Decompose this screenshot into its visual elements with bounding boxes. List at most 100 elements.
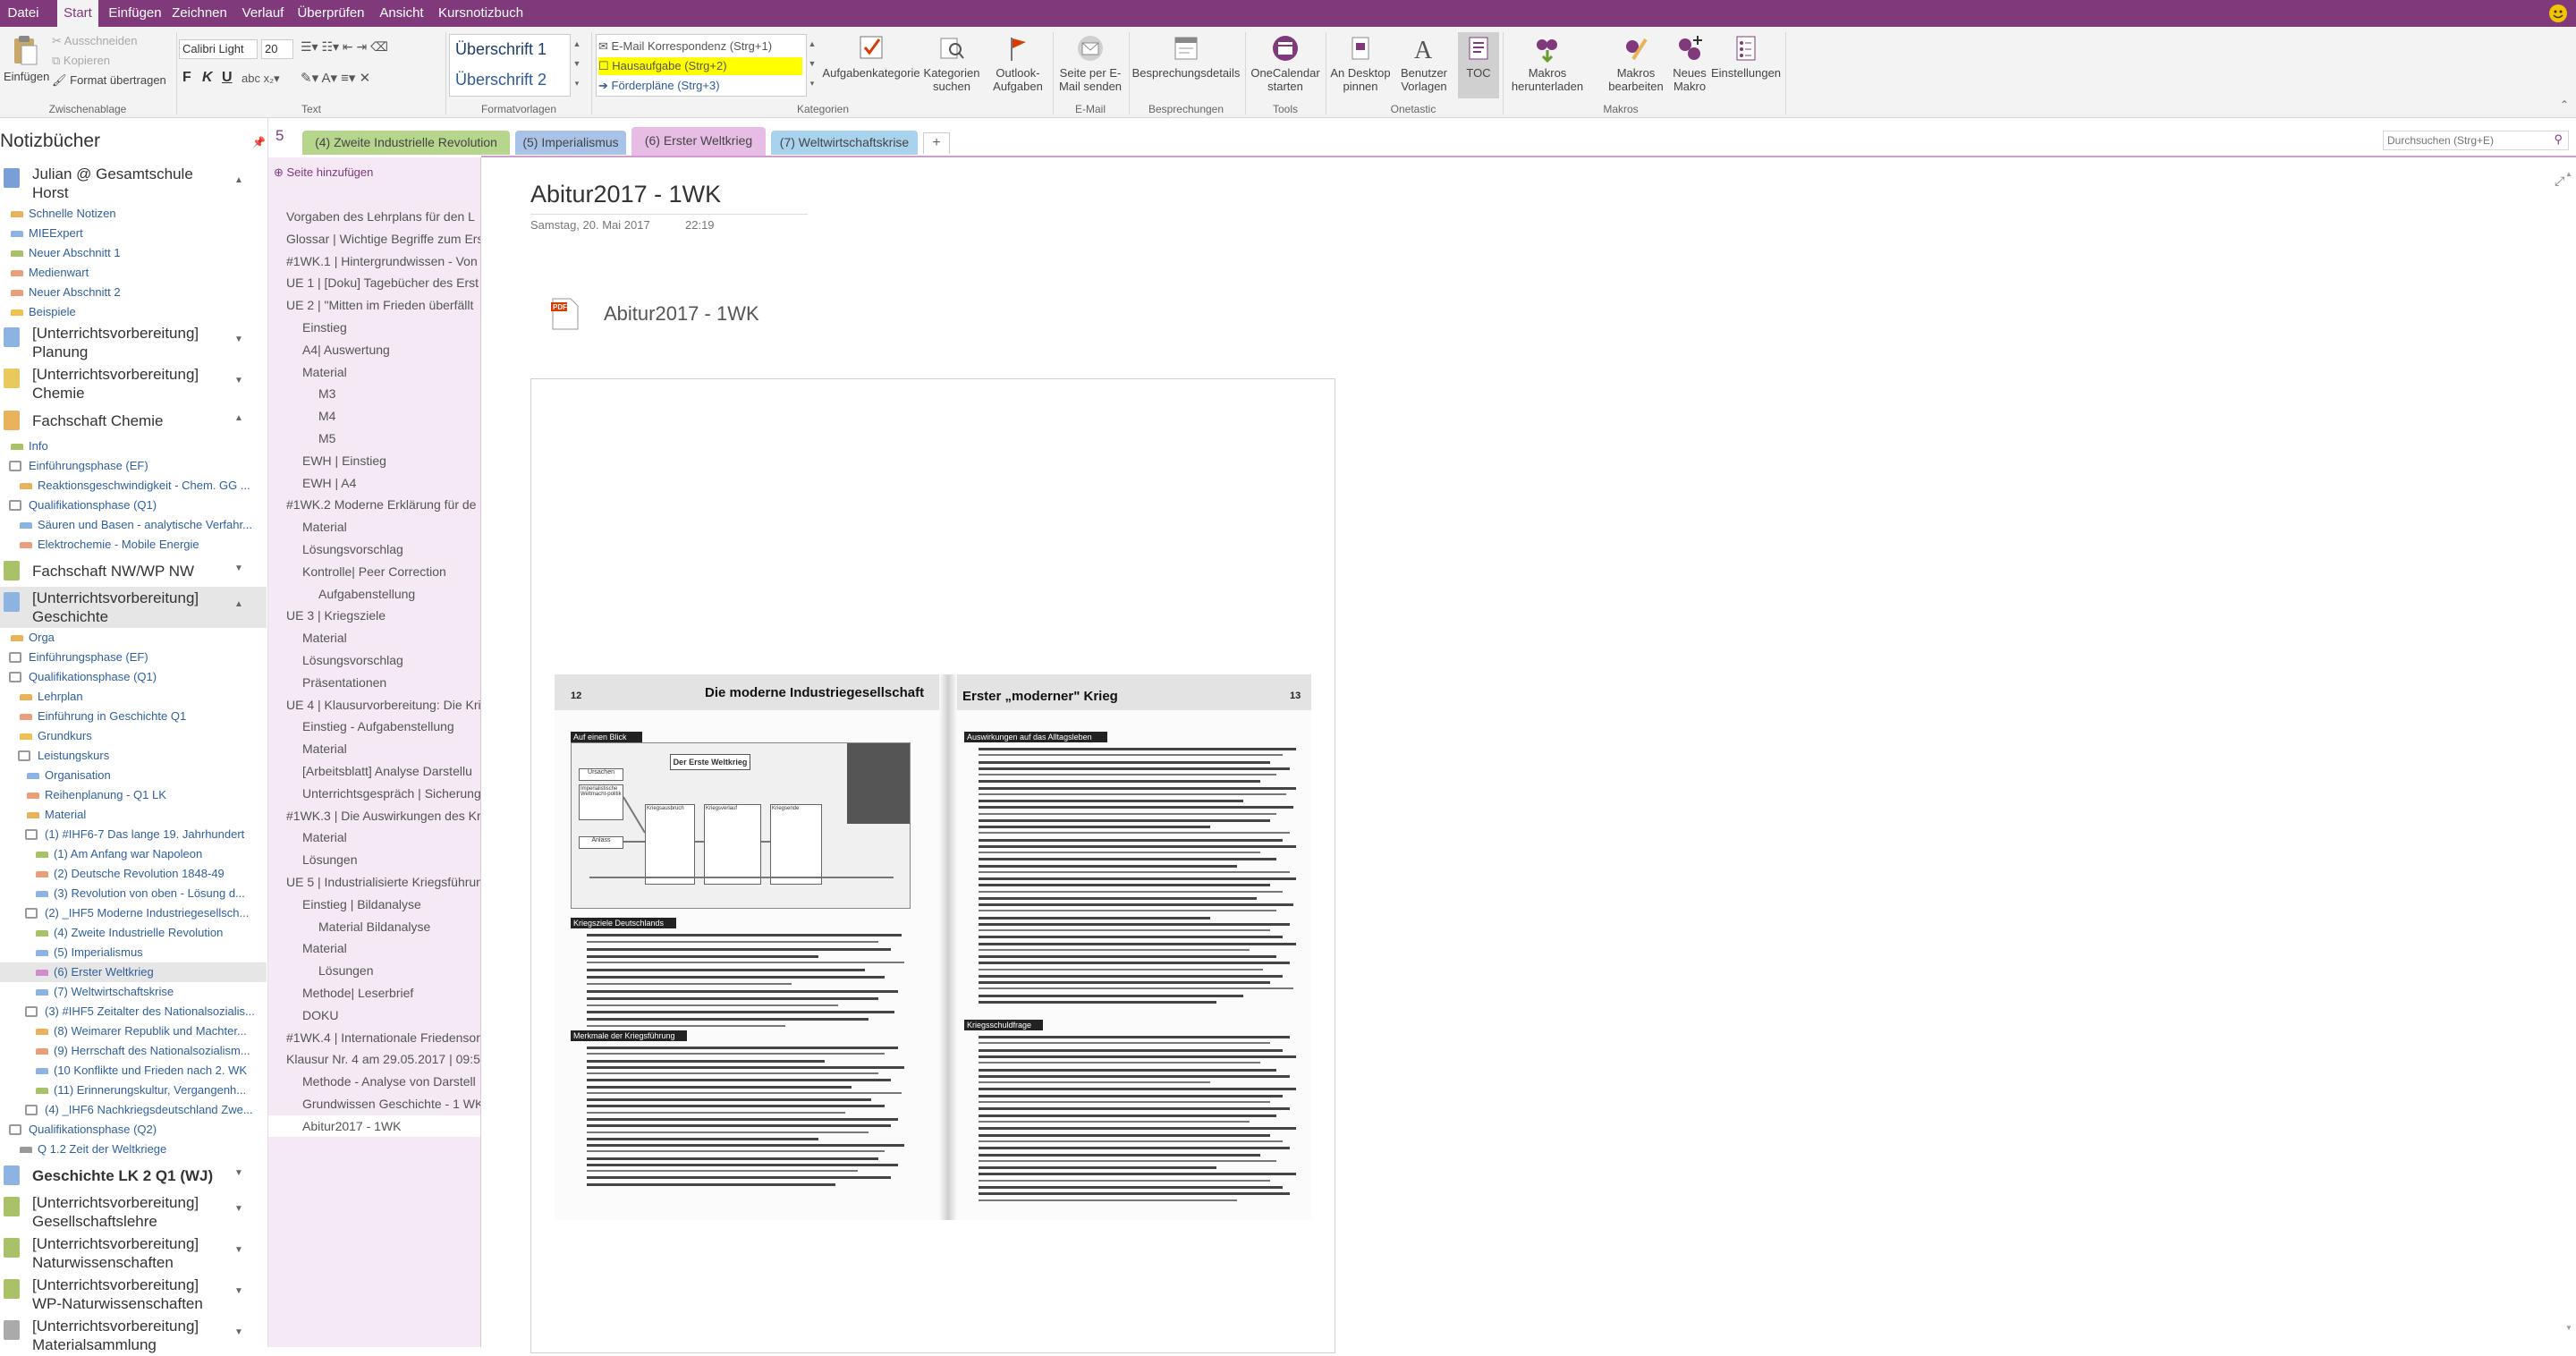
page-item[interactable]: EWH | Einstieg	[268, 450, 480, 471]
section-item[interactable]: Reaktionsgeschwindigkeit - Chem. GG ...	[0, 476, 267, 496]
notebook-item[interactable]: Fachschaft NW/WP NW ▼	[0, 555, 267, 587]
page-item[interactable]: Einstieg - Aufgabenstellung	[268, 716, 480, 737]
section-group-item[interactable]: Einführungsphase (EF)	[0, 648, 267, 667]
section-group-item[interactable]: Leistungskurs	[0, 746, 267, 766]
tag-item-plans[interactable]: ➔ Förderpläne (Strg+3)	[598, 77, 720, 95]
page-canvas[interactable]: Abitur2017 - 1WK Samstag, 20. Mai 2017 2…	[481, 157, 2576, 1353]
section-item[interactable]: Einführung in Geschichte Q1	[0, 707, 267, 726]
page-item[interactable]: Material	[268, 937, 480, 959]
edit-macros-button[interactable]: Makros bearbeiten	[1608, 34, 1664, 93]
highlight-fontcolor-buttons[interactable]: ✎▾ A▾ ≡▾ ✕	[301, 70, 370, 86]
section-group-item[interactable]: (1) #IHF6-7 Das lange 19. Jahrhundert	[0, 825, 267, 844]
page-item[interactable]: Lösungsvorschlag	[268, 538, 480, 560]
page-item[interactable]: Glossar | Wichtige Begriffe zum Ers	[268, 228, 480, 250]
section-item[interactable]: Orga	[0, 628, 267, 648]
list-buttons[interactable]: ☰▾ ☷▾ ⇤ ⇥ ⌫	[301, 39, 388, 55]
section-item[interactable]: Säuren und Basen - analytische Verfahr..…	[0, 515, 267, 535]
section-item[interactable]: Medienwart	[0, 263, 267, 283]
page-item[interactable]: Lösungen	[268, 960, 480, 981]
notebook-item[interactable]: Fachschaft Chemie ▲	[0, 404, 267, 436]
page-item[interactable]: Einstieg | Bildanalyse	[268, 894, 480, 915]
page-item[interactable]: #1WK.3 | Die Auswirkungen des Kr	[268, 805, 480, 826]
underline-button[interactable]: U	[222, 70, 233, 86]
section-item[interactable]: Organisation	[0, 766, 267, 785]
chevron-down-icon[interactable]: ▼	[234, 1286, 243, 1296]
section-item[interactable]: Info	[0, 436, 267, 456]
copy-button[interactable]: ⧉ Kopieren	[52, 54, 110, 68]
page-item[interactable]: M4	[268, 405, 480, 427]
cut-button[interactable]: ✂ Ausschneiden	[52, 34, 137, 48]
section-item[interactable]: (8) Weimarer Republik und Machter...	[0, 1021, 267, 1041]
page-item[interactable]: Abitur2017 - 1WK	[268, 1114, 480, 1137]
add-page-button[interactable]: ⊕ Seite hinzufügen	[274, 163, 373, 184]
section-item[interactable]: Q 1.2 Zeit der Weltkriege	[0, 1140, 267, 1159]
page-item[interactable]: [Arbeitsblatt] Analyse Darstellu	[268, 760, 480, 782]
page-item[interactable]: UE 4 | Klausurvorbereitung: Die Kri	[268, 694, 480, 716]
chevron-down-icon[interactable]: ▼	[234, 1168, 243, 1178]
section-group-item[interactable]: Einführungsphase (EF)	[0, 456, 267, 476]
search-input[interactable]	[2384, 131, 2541, 149]
section-group-item[interactable]: Qualifikationsphase (Q1)	[0, 496, 267, 515]
search-icon[interactable]: ⚲	[2554, 132, 2563, 147]
styles-scroll[interactable]: ▲ ▼ ▾	[571, 34, 583, 97]
section-item[interactable]: (7) Weltwirtschaftskrise	[0, 982, 267, 1002]
custom-templates-button[interactable]: A Benutzer Vorlagen	[1395, 34, 1453, 93]
tags-scroll[interactable]: ▲ ▼ ▾	[807, 34, 818, 97]
page-item[interactable]: UE 1 | [Doku] Tagebücher des Erst	[268, 272, 480, 293]
menu-tab-draw[interactable]: Zeichnen	[170, 0, 229, 27]
notebook-item[interactable]: Julian @ Gesamtschule Horst ▲	[0, 163, 267, 204]
menu-tab-history[interactable]: Verlauf	[240, 0, 286, 27]
section-item[interactable]: (1) Am Anfang war Napoleon	[0, 844, 267, 864]
scroll-up-icon[interactable]: ▲	[2565, 170, 2572, 178]
tags-gallery[interactable]: ✉ E-Mail Korrespondenz (Strg+1) ☐ Hausau…	[596, 34, 807, 97]
macro-settings-button[interactable]: Einstellungen	[1710, 34, 1782, 80]
section-item[interactable]: Reihenplanung - Q1 LK	[0, 785, 267, 805]
page-item[interactable]: DOKU	[268, 1004, 480, 1026]
email-page-button[interactable]: Seite per E-Mail senden	[1055, 34, 1125, 93]
chevron-up-icon[interactable]: ▲	[234, 175, 243, 185]
menu-tab-review[interactable]: Überprüfen	[297, 0, 365, 27]
page-item[interactable]: Kontrolle| Peer Correction	[268, 561, 480, 582]
menu-tab-view[interactable]: Ansicht	[376, 0, 428, 27]
page-item[interactable]: Methode| Leserbrief	[268, 982, 480, 1004]
scroll-down-icon[interactable]: ▼	[2565, 1324, 2572, 1332]
page-item[interactable]: Lösungsvorschlag	[268, 649, 480, 671]
page-item[interactable]: Material Bildanalyse	[268, 916, 480, 937]
font-size-select[interactable]: 20	[261, 39, 293, 59]
format-painter-button[interactable]: 🖌 Format übertragen	[52, 73, 166, 88]
chevron-down-icon[interactable]: ▼	[234, 1327, 243, 1337]
page-item[interactable]: Grundwissen Geschichte - 1 WK	[268, 1093, 480, 1114]
page-item[interactable]: Lösungen	[268, 849, 480, 870]
section-item[interactable]: Neuer Abschnitt 2	[0, 283, 267, 302]
section-tab[interactable]: (7) Weltwirtschaftskrise	[771, 131, 918, 155]
section-item[interactable]: (11) Erinnerungskultur, Vergangenh...	[0, 1081, 267, 1100]
section-tab[interactable]: (6) Erster Weltkrieg	[631, 127, 766, 157]
tag-item-homework[interactable]: ☐ Hausaufgabe (Strg+2)	[598, 57, 802, 75]
task-tag-button[interactable]: Aufgabenkategorie	[819, 34, 923, 80]
page-title[interactable]: Abitur2017 - 1WK	[530, 181, 721, 208]
section-tab[interactable]: (5) Imperialismus	[515, 131, 626, 155]
page-item[interactable]: Material	[268, 361, 480, 383]
chevron-down-icon[interactable]: ▼	[234, 1204, 243, 1214]
chevron-down-icon[interactable]: ▼	[234, 1245, 243, 1255]
meeting-details-button[interactable]: Besprechungsdetails	[1131, 34, 1241, 80]
section-item[interactable]: Neuer Abschnitt 1	[0, 243, 267, 263]
tag-item-email[interactable]: ✉ E-Mail Korrespondenz (Strg+1)	[598, 38, 772, 55]
section-tab[interactable]: (4) Zweite Industrielle Revolution	[302, 131, 510, 155]
strike-sub-buttons[interactable]: abc x₂▾	[242, 72, 280, 86]
pin-to-desktop-button[interactable]: An Desktop pinnen	[1327, 34, 1394, 93]
page-item[interactable]: Einstieg	[268, 317, 480, 338]
menu-tab-start[interactable]: Start	[57, 0, 98, 27]
notebook-item[interactable]: [Unterrichtsvorbereitung] Gesellschaftsl…	[0, 1191, 267, 1233]
section-item[interactable]: Grundkurs	[0, 726, 267, 746]
section-item[interactable]: (3) Revolution von oben - Lösung d...	[0, 884, 267, 903]
section-group-item[interactable]: (3) #IHF5 Zeitalter des Nationalsozialis…	[0, 1002, 267, 1021]
find-tags-button[interactable]: Kategorien suchen	[921, 34, 982, 93]
page-item[interactable]: A4| Auswertung	[268, 339, 480, 360]
onecalendar-button[interactable]: OneCalendar starten	[1247, 34, 1324, 93]
font-name-select[interactable]: Calibri Light	[179, 39, 258, 59]
page-item[interactable]: Material	[268, 738, 480, 759]
page-item[interactable]: Material	[268, 516, 480, 538]
notebook-item[interactable]: [Unterrichtsvorbereitung] Naturwissensch…	[0, 1233, 267, 1274]
section-item[interactable]: (5) Imperialismus	[0, 943, 267, 962]
